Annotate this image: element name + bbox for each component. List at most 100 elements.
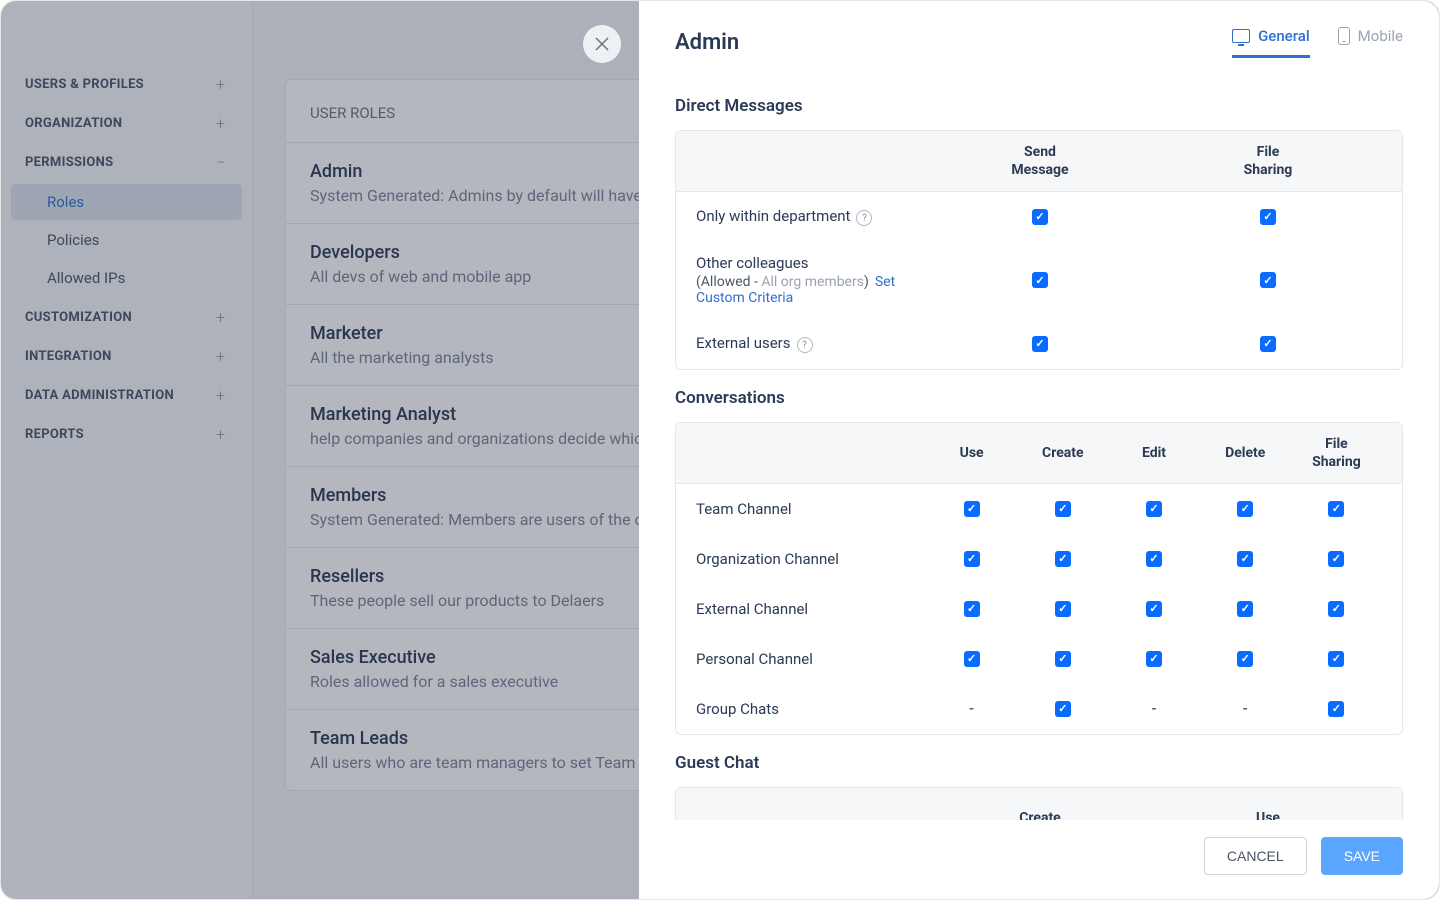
col-header: FileSharing <box>1291 435 1382 471</box>
checkbox[interactable] <box>1055 701 1071 717</box>
table-row: External users? <box>676 319 1402 369</box>
col-header: Use <box>926 444 1017 462</box>
drawer-title: Admin <box>675 30 739 55</box>
checkbox[interactable] <box>1328 501 1344 517</box>
col-header: SendMessage <box>926 143 1154 179</box>
section-title: Direct Messages <box>675 96 1403 116</box>
table-header: UseCreateEditDeleteFileSharing <box>676 423 1402 484</box>
checkbox[interactable] <box>964 651 980 667</box>
row-label: Personal Channel <box>696 638 926 680</box>
not-applicable: - <box>926 701 1017 717</box>
not-applicable: - <box>1200 701 1291 717</box>
checkbox[interactable] <box>1237 501 1253 517</box>
sidebar-section-reports[interactable]: REPORTS+ <box>1 415 252 454</box>
checkbox[interactable] <box>1055 551 1071 567</box>
sidebar-item-roles[interactable]: Roles <box>11 184 242 220</box>
plus-icon: + <box>216 114 228 133</box>
checkbox[interactable] <box>1055 651 1071 667</box>
role-drawer: Admin General Mobile Direct Messages SendM… <box>639 1 1439 899</box>
table-header: SendMessageFileSharing <box>676 131 1402 192</box>
table-body: Only within department?Other colleagues(… <box>676 192 1402 369</box>
plus-icon: + <box>216 425 228 444</box>
checkbox[interactable] <box>1146 551 1162 567</box>
drawer-body[interactable]: Direct MessagesSendMessageFileSharingOnl… <box>639 68 1439 820</box>
col-header: Create <box>1017 444 1108 462</box>
section-title: Guest Chat <box>675 753 1403 773</box>
sidebar-section-customization[interactable]: CUSTOMIZATION+ <box>1 298 252 337</box>
row-label: Only within department? <box>696 195 926 239</box>
sidebar-section-organization[interactable]: ORGANIZATION+ <box>1 104 252 143</box>
plus-icon: + <box>216 75 228 94</box>
drawer-footer: CANCEL SAVE <box>639 820 1439 899</box>
checkbox[interactable] <box>1328 551 1344 567</box>
sidebar-section-data-administration[interactable]: DATA ADMINISTRATION+ <box>1 376 252 415</box>
row-label: Team Channel <box>696 488 926 530</box>
checkbox[interactable] <box>1260 272 1276 288</box>
plus-icon: + <box>216 308 228 327</box>
checkbox[interactable] <box>1237 601 1253 617</box>
checkbox[interactable] <box>1032 336 1048 352</box>
row-label: Other colleagues(Allowed - All org membe… <box>696 242 926 318</box>
drawer-header: Admin General Mobile <box>639 1 1439 68</box>
table-row: Team Channel <box>676 484 1402 534</box>
checkbox[interactable] <box>1328 651 1344 667</box>
checkbox[interactable] <box>1055 501 1071 517</box>
checkbox[interactable] <box>1146 501 1162 517</box>
checkbox[interactable] <box>1146 601 1162 617</box>
tab-mobile[interactable]: Mobile <box>1338 27 1403 58</box>
table-row: External Channel <box>676 584 1402 634</box>
sidebar-section-permissions[interactable]: PERMISSIONS− <box>1 143 252 182</box>
checkbox[interactable] <box>1237 551 1253 567</box>
permissions-table: SendMessageFileSharingOnly within depart… <box>675 130 1403 370</box>
col-header: Create <box>926 809 1154 820</box>
minus-icon: − <box>216 153 228 172</box>
table-body: Team Channel Organization Channel External… <box>676 484 1402 734</box>
row-label: Organization Channel <box>696 538 926 580</box>
sidebar-section-users-profiles[interactable]: USERS & PROFILES+ <box>1 65 252 104</box>
plus-icon: + <box>216 347 228 366</box>
plus-icon: + <box>216 386 228 405</box>
sidebar-item-policies[interactable]: Policies <box>11 222 242 258</box>
close-icon <box>595 37 609 51</box>
row-subtext: (Allowed - All org members)Set Custom Cr… <box>696 274 926 306</box>
mobile-icon <box>1338 27 1350 45</box>
table-row: Other colleagues(Allowed - All org membe… <box>676 242 1402 319</box>
close-button[interactable] <box>583 25 621 63</box>
col-header: Delete <box>1200 444 1291 462</box>
sidebar-section-integration[interactable]: INTEGRATION+ <box>1 337 252 376</box>
tab-general[interactable]: General <box>1232 27 1310 58</box>
checkbox[interactable] <box>1237 651 1253 667</box>
col-header: FileSharing <box>1154 143 1382 179</box>
help-icon[interactable]: ? <box>797 337 813 353</box>
row-label: External users? <box>696 322 926 366</box>
checkbox[interactable] <box>1032 272 1048 288</box>
checkbox[interactable] <box>1260 336 1276 352</box>
checkbox[interactable] <box>1055 601 1071 617</box>
cancel-button[interactable]: CANCEL <box>1204 837 1307 875</box>
checkbox[interactable] <box>1032 209 1048 225</box>
sidebar-item-allowed-ips[interactable]: Allowed IPs <box>11 260 242 296</box>
table-row: Personal Channel <box>676 634 1402 684</box>
desktop-icon <box>1232 29 1250 43</box>
save-button[interactable]: SAVE <box>1321 837 1403 875</box>
checkbox[interactable] <box>1260 209 1276 225</box>
row-label: External Channel <box>696 588 926 630</box>
checkbox[interactable] <box>1146 651 1162 667</box>
table-row: Organization Channel <box>676 534 1402 584</box>
checkbox[interactable] <box>1328 701 1344 717</box>
help-icon[interactable]: ? <box>856 210 872 226</box>
sidebar: USERS & PROFILES+ORGANIZATION+PERMISSION… <box>1 1 253 899</box>
col-header: Use <box>1154 809 1382 820</box>
checkbox[interactable] <box>964 501 980 517</box>
permissions-table: CreateUse <box>675 787 1403 820</box>
checkbox[interactable] <box>964 551 980 567</box>
table-row: Group Chats--- <box>676 684 1402 734</box>
col-header: Edit <box>1108 444 1199 462</box>
checkbox[interactable] <box>964 601 980 617</box>
table-header: CreateUse <box>676 788 1402 820</box>
table-row: Only within department? <box>676 192 1402 242</box>
row-label: Group Chats <box>696 688 926 730</box>
checkbox[interactable] <box>1328 601 1344 617</box>
not-applicable: - <box>1108 701 1199 717</box>
permissions-table: UseCreateEditDeleteFileSharingTeam Chann… <box>675 422 1403 735</box>
